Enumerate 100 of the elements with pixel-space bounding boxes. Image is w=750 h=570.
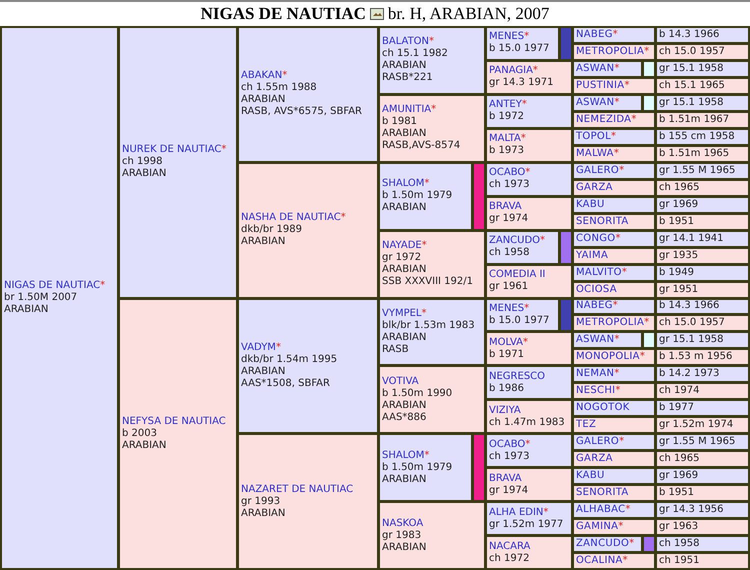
horse-name[interactable]: SENORITA [576, 216, 628, 227]
horse-name[interactable]: NEMEZIDA [576, 114, 632, 125]
horse-detail: ARABIAN [241, 508, 286, 520]
horse-detail: b 14.3 1966 [657, 300, 748, 314]
horse-name[interactable]: SHALOM [382, 450, 424, 461]
horse-detail: RASB [382, 344, 410, 356]
asterisk-mark: * [640, 351, 645, 362]
asterisk-mark: * [631, 114, 636, 125]
horse-name[interactable]: VOTIVA [382, 376, 419, 387]
horse-name[interactable]: BRAVA [489, 472, 522, 484]
horse-name[interactable]: NOGOTOK [576, 402, 630, 414]
horse-name[interactable]: ASWAN [576, 62, 614, 74]
horse-name[interactable]: NAYADE [382, 240, 422, 252]
horse-name[interactable]: TOPOL [576, 130, 611, 142]
horse-detail: gr 1993 [241, 496, 282, 508]
horse-name[interactable]: ZANCUDO [576, 538, 630, 550]
horse-name[interactable]: NAZARET DE NAUTIAC [241, 484, 354, 495]
horse-name[interactable]: GAMINA [576, 521, 618, 532]
horse-name[interactable]: METROPOLIA [576, 317, 644, 328]
horse-name[interactable]: VYMPEL [382, 308, 422, 319]
horse-detail: gr 1935 [657, 248, 748, 263]
horse-detail: br 1.50M 2007 [4, 292, 78, 304]
horse-name[interactable]: MONOPOLIA [576, 351, 640, 362]
horse-name[interactable]: NEGRESCO [489, 370, 546, 382]
horse-summary: br. H, ARABIAN, 2007 [388, 4, 550, 24]
asterisk-mark: * [429, 36, 434, 48]
horse-name[interactable]: VADYM [241, 342, 276, 353]
horse-name[interactable]: KABU [576, 198, 605, 210]
horse-name[interactable]: GALERO [576, 436, 620, 448]
horse-name[interactable]: SHALOM [382, 178, 424, 190]
horse-detail: gr 1.52m 1974 [657, 418, 748, 432]
horse-name[interactable]: ASWAN [576, 96, 614, 108]
horse-name[interactable]: SENORITA [576, 487, 628, 498]
asterisk-mark: * [615, 385, 620, 396]
asterisk-mark: * [524, 31, 530, 42]
horse-name[interactable]: BALATON [382, 36, 430, 48]
asterisk-mark: * [100, 280, 106, 291]
horse-detail: ch 1.47m 1983 [489, 416, 566, 429]
horse-detail: ARABIAN [241, 94, 286, 106]
horse-name[interactable]: PUSTINIA [576, 80, 624, 91]
horse-name[interactable]: MALWA [576, 148, 614, 159]
horse-name[interactable]: GALERO [576, 164, 620, 176]
horse-name[interactable]: VIZIYA [489, 404, 521, 416]
horse-name[interactable]: ZANCUDO [489, 235, 540, 246]
horse-name[interactable]: GARZA [576, 453, 613, 464]
horse-name[interactable]: CONGO [576, 232, 616, 244]
horse-detail: b 1986 [489, 382, 525, 395]
horse-detail: ch 1973 [489, 450, 530, 463]
horse-name[interactable]: NESCHI [576, 385, 616, 396]
asterisk-mark: * [644, 46, 650, 57]
horse-detail: gr 1969 [657, 469, 748, 484]
horse-name[interactable]: ABAKAN [241, 70, 282, 82]
asterisk-mark: * [629, 538, 634, 550]
horse-name[interactable]: MOLVA [489, 336, 524, 348]
horse-name[interactable]: ALHA EDIN [489, 506, 544, 518]
horse-name[interactable]: PANAGIA [489, 65, 533, 76]
horse-name[interactable]: MALVITO [576, 266, 622, 278]
horse-name[interactable]: KABU [576, 470, 605, 482]
horse-name[interactable]: ASWAN [576, 334, 614, 346]
horse-name[interactable]: NABEG [576, 300, 613, 312]
horse-name[interactable]: NIGAS DE NAUTIAC [4, 280, 100, 291]
image-icon[interactable] [370, 8, 384, 20]
asterisk-mark: * [610, 130, 616, 142]
horse-name[interactable]: METROPOLIA [576, 46, 644, 57]
horse-detail: gr 1961 [489, 281, 530, 294]
horse-name[interactable]: MALTA [489, 133, 521, 144]
horse-name[interactable]: TEZ [576, 419, 596, 430]
horse-detail: b 1972 [489, 111, 525, 124]
horse-name[interactable]: NEMAN [576, 368, 614, 380]
horse-detail: ARABIAN [382, 60, 428, 72]
horse-name[interactable]: NUREK DE NAUTIAC [122, 144, 222, 156]
horse-name[interactable]: ALHABAC [576, 504, 626, 516]
horse-name[interactable]: BRAVA [489, 201, 522, 212]
horse-name[interactable]: NACARA [489, 540, 530, 552]
horse-name[interactable]: ANTEY [489, 99, 522, 110]
horse-detail: ARABIAN [241, 236, 286, 248]
horse-detail: b 1977 [657, 401, 748, 416]
horse-name[interactable]: MENES [489, 302, 524, 314]
horse-name[interactable]: NEFYSA DE NAUTIAC [122, 416, 226, 427]
horse-name[interactable]: OCALINA [576, 555, 623, 566]
asterisk-mark: * [276, 342, 281, 353]
horse-name[interactable]: MENES [489, 31, 524, 42]
horse-name[interactable]: NASHA DE NAUTIAC [241, 212, 341, 224]
asterisk-mark: * [644, 317, 650, 328]
horse-detail: ARABIAN [382, 474, 428, 486]
horse-name[interactable]: GARZA [576, 182, 613, 193]
horse-name[interactable]: OCABO [489, 167, 526, 178]
asterisk-mark: * [340, 212, 346, 224]
horse-detail: RASB,AVS-8574 [382, 140, 462, 152]
horse-name[interactable]: NASKOA [382, 518, 424, 529]
horse-detail: b 1981 [382, 116, 418, 128]
horse-name[interactable]: OCIOSA [576, 284, 617, 295]
horse-name[interactable]: NABEG [576, 28, 613, 40]
horse-name[interactable]: OCABO [489, 438, 526, 450]
horse-name[interactable]: AMUNITIA [382, 104, 432, 116]
asterisk-mark: * [625, 504, 630, 516]
horse-detail: gr 1.55 M 1965 [657, 164, 748, 178]
horse-name[interactable]: YAIMA [576, 250, 608, 261]
horse-detail: AAS*1508, SBFAR [241, 378, 331, 390]
horse-name[interactable]: COMEDIA II [489, 269, 546, 280]
